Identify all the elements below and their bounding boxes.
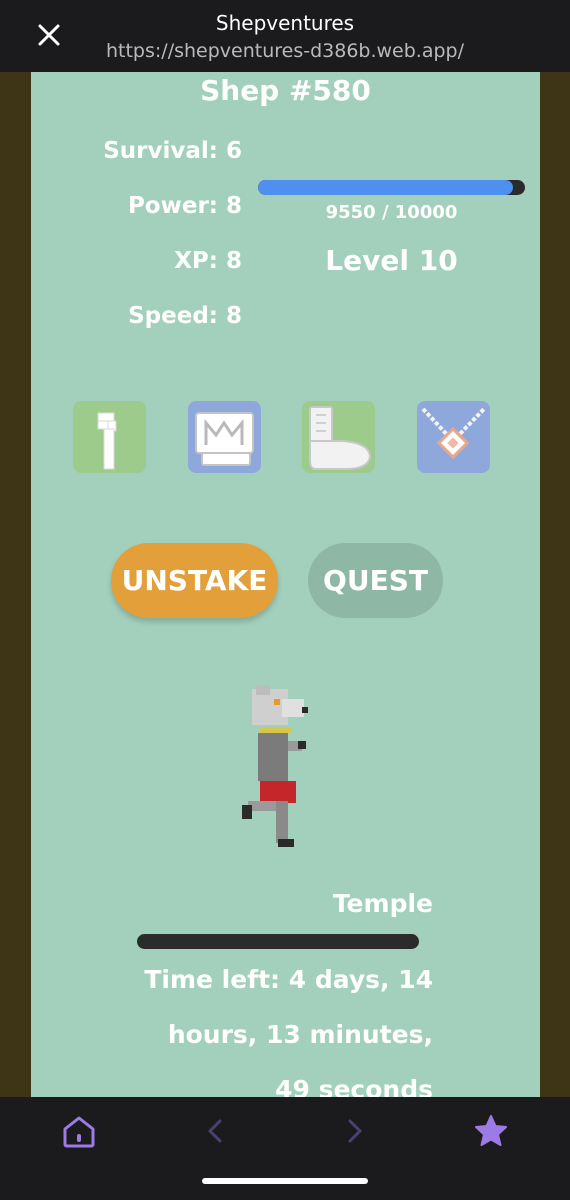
shep-character-sprite: [242, 681, 314, 849]
browser-bottom-bar: [0, 1097, 570, 1200]
boots-icon: [195, 412, 254, 466]
xp-progress-text: 9550 / 10000: [325, 202, 458, 223]
home-icon[interactable]: [61, 1113, 97, 1153]
quest-button[interactable]: QUEST: [308, 543, 443, 618]
shep-name: Shep #580: [200, 74, 371, 107]
stat-speed: Speed: 8: [128, 303, 242, 329]
quest-progress-bar: [137, 934, 419, 949]
stat-power: Power: 8: [127, 193, 242, 219]
stat-xp: XP: 8: [174, 248, 242, 274]
equipment-slot-boots[interactable]: [188, 401, 261, 473]
back-chevron-icon[interactable]: [204, 1117, 228, 1149]
equipment-slot-necklace[interactable]: [417, 401, 490, 473]
browser-url[interactable]: https://shepventures-d386b.web.app/: [0, 40, 570, 62]
star-icon[interactable]: [473, 1113, 509, 1153]
quest-time-left: Time left: 4 days, 14 hours, 13 minutes,…: [144, 965, 433, 1097]
quest-location: Temple: [332, 889, 433, 918]
necklace-icon: [421, 407, 486, 460]
equipment-slot-cane[interactable]: [73, 401, 146, 473]
cane-icon: [97, 412, 117, 470]
browser-title: Shepventures: [215, 11, 355, 35]
xp-progress-bar: [258, 180, 525, 195]
stat-survival: Survival: 6: [103, 138, 242, 164]
unstake-button[interactable]: UNSTAKE: [111, 543, 278, 618]
level-label: Level 10: [325, 244, 458, 277]
glove-icon: [309, 406, 372, 470]
forward-chevron-icon[interactable]: [342, 1117, 366, 1149]
equipment-slot-glove[interactable]: [302, 401, 375, 473]
xp-progress-fill: [258, 180, 513, 195]
shep-detail-page: Shep #580 Survival: 6 Power: 8 XP: 8 Spe…: [31, 72, 540, 1097]
home-indicator[interactable]: [202, 1178, 368, 1184]
browser-toolbar: Shepventures https://shepventures-d386b.…: [0, 0, 570, 72]
